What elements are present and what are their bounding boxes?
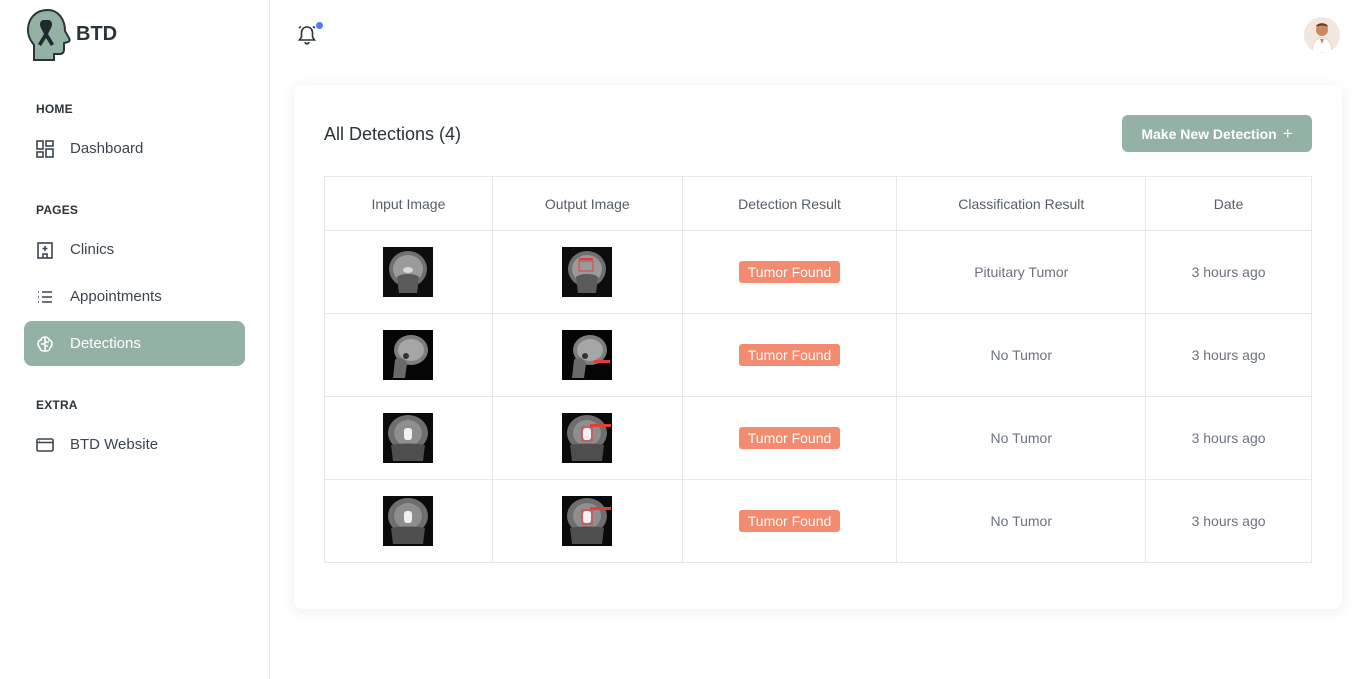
hospital-icon bbox=[36, 241, 54, 259]
user-avatar[interactable] bbox=[1304, 17, 1340, 53]
section-label-extra: EXTRA bbox=[36, 398, 78, 412]
date-cell: 3 hours ago bbox=[1145, 313, 1312, 397]
column-header: Detection Result bbox=[681, 176, 898, 231]
sidebar: BTD HOME Dashboard PAGES Clinics Appoint… bbox=[0, 0, 270, 679]
button-label: Make New Detection bbox=[1141, 125, 1277, 142]
detection-result-cell: Tumor Found bbox=[681, 230, 898, 314]
brand-name: BTD bbox=[76, 22, 118, 45]
sidebar-item-label: Dashboard bbox=[70, 140, 144, 157]
mri-output-image[interactable] bbox=[562, 496, 613, 546]
sidebar-item-label: BTD Website bbox=[70, 436, 159, 453]
input-image-cell bbox=[324, 479, 493, 563]
dashboard-icon bbox=[36, 139, 54, 158]
sidebar-item-dashboard[interactable]: Dashboard bbox=[24, 126, 245, 171]
mri-output-image[interactable] bbox=[562, 330, 613, 380]
status-badge: Tumor Found bbox=[738, 261, 841, 283]
mri-input-image[interactable] bbox=[383, 413, 434, 463]
sidebar-item-btd-website[interactable]: BTD Website bbox=[24, 422, 245, 467]
sidebar-item-detections[interactable]: Detections bbox=[24, 321, 245, 366]
detections-card: All Detections (4) Make New Detection + … bbox=[294, 85, 1342, 609]
status-badge: Tumor Found bbox=[738, 510, 841, 532]
mri-input-image[interactable] bbox=[383, 496, 434, 546]
input-image-cell bbox=[324, 230, 493, 314]
table-row: Tumor Found Pituitary Tumor 3 hours ago bbox=[324, 230, 1312, 314]
section-label-home: HOME bbox=[36, 102, 73, 116]
input-image-cell bbox=[324, 396, 493, 480]
detection-result-cell: Tumor Found bbox=[681, 396, 898, 480]
date-cell: 3 hours ago bbox=[1145, 230, 1312, 314]
head-ribbon-icon bbox=[26, 8, 71, 61]
date-cell: 3 hours ago bbox=[1145, 479, 1312, 563]
column-header: Classification Result bbox=[896, 176, 1147, 231]
column-header: Input Image bbox=[324, 176, 493, 231]
input-image-cell bbox=[324, 313, 493, 397]
sidebar-item-label: Detections bbox=[70, 335, 141, 352]
table-row: Tumor Found No Tumor 3 hours ago bbox=[324, 313, 1312, 397]
make-new-detection-button[interactable]: Make New Detection + bbox=[1122, 115, 1312, 152]
classification-cell: No Tumor bbox=[896, 479, 1147, 563]
notification-dot bbox=[316, 22, 323, 29]
date-cell: 3 hours ago bbox=[1145, 396, 1312, 480]
status-badge: Tumor Found bbox=[738, 344, 841, 366]
detection-result-cell: Tumor Found bbox=[681, 479, 898, 563]
mri-output-image[interactable] bbox=[562, 413, 613, 463]
status-badge: Tumor Found bbox=[738, 427, 841, 449]
page-title: All Detections (4) bbox=[324, 124, 462, 144]
output-image-cell bbox=[491, 313, 683, 397]
column-header: Date bbox=[1145, 176, 1312, 231]
classification-cell: No Tumor bbox=[896, 396, 1147, 480]
output-image-cell bbox=[491, 479, 683, 563]
mri-output-image[interactable] bbox=[562, 247, 613, 297]
table-row: Tumor Found No Tumor 3 hours ago bbox=[324, 479, 1312, 563]
browser-window-icon bbox=[36, 436, 54, 454]
sidebar-item-clinics[interactable]: Clinics bbox=[24, 227, 245, 272]
table-header-row: Input Image Output Image Detection Resul… bbox=[324, 176, 1312, 231]
brain-icon bbox=[36, 335, 54, 353]
classification-cell: Pituitary Tumor bbox=[896, 230, 1147, 314]
column-header: Output Image bbox=[491, 176, 683, 231]
detections-table: Input Image Output Image Detection Resul… bbox=[324, 176, 1312, 563]
table-row: Tumor Found No Tumor 3 hours ago bbox=[324, 396, 1312, 480]
sidebar-item-label: Appointments bbox=[70, 288, 162, 305]
classification-cell: No Tumor bbox=[896, 313, 1147, 397]
output-image-cell bbox=[491, 230, 683, 314]
brand[interactable]: BTD bbox=[26, 8, 117, 62]
section-label-pages: PAGES bbox=[36, 203, 79, 217]
detection-result-cell: Tumor Found bbox=[681, 313, 898, 397]
mri-input-image[interactable] bbox=[383, 247, 434, 297]
sidebar-item-appointments[interactable]: Appointments bbox=[24, 274, 245, 319]
plus-icon: + bbox=[1282, 123, 1293, 143]
mri-input-image[interactable] bbox=[383, 330, 434, 380]
list-icon bbox=[36, 288, 54, 306]
output-image-cell bbox=[491, 396, 683, 480]
sidebar-item-label: Clinics bbox=[70, 241, 115, 258]
